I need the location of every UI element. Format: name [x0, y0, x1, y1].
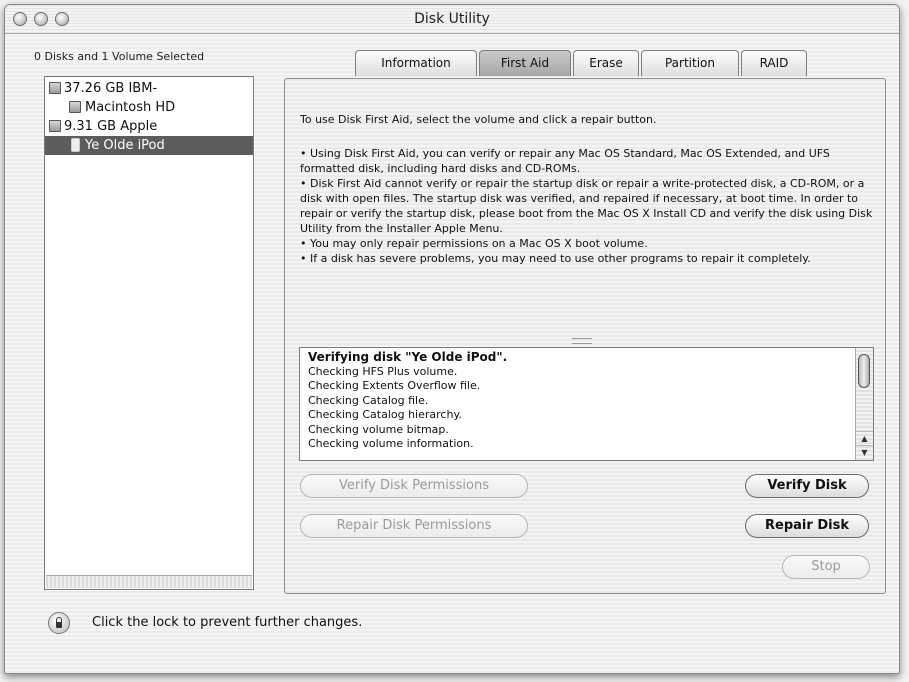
splitter-handle[interactable]	[572, 338, 592, 344]
log-line: Checking Extents Overflow file.	[308, 379, 481, 392]
tab-raid[interactable]: RAID	[741, 50, 807, 76]
title-bar[interactable]: Disk Utility	[5, 5, 899, 34]
tab-partition[interactable]: Partition	[641, 50, 739, 76]
lock-message: Click the lock to prevent further change…	[92, 615, 363, 630]
disk-list[interactable]: 37.26 GB IBM- Macintosh HD 9.31 GB Apple…	[44, 76, 254, 590]
verify-disk-permissions-button[interactable]: Verify Disk Permissions	[300, 474, 528, 498]
hard-disk-icon	[49, 82, 61, 94]
vertical-scrollbar[interactable]: ▲ ▼	[855, 348, 873, 460]
scroll-up-arrow-icon[interactable]: ▲	[856, 431, 873, 446]
scroll-down-arrow-icon[interactable]: ▼	[856, 445, 873, 460]
hard-disk-icon	[49, 120, 61, 132]
scroll-thumb[interactable]	[858, 354, 870, 388]
horizontal-scrollbar[interactable]	[46, 575, 252, 588]
log-line: Checking Catalog file.	[308, 393, 429, 407]
help-paragraph: • You may only repair permissions on a M…	[300, 237, 648, 250]
disk-item-label: 9.31 GB Apple	[64, 119, 158, 134]
window-title: Disk Utility	[414, 11, 490, 27]
disk-item-label: Ye Olde iPod	[85, 138, 165, 153]
log-line: Checking volume information.	[308, 437, 474, 450]
volume-item-macintosh-hd[interactable]: Macintosh HD	[45, 98, 253, 117]
log-line: Checking Catalog hierarchy.	[308, 408, 462, 421]
log-line: Checking HFS Plus volume.	[308, 364, 458, 378]
volume-icon	[69, 101, 81, 113]
selection-summary: 0 Disks and 1 Volume Selected	[34, 50, 205, 63]
tab-first-aid[interactable]: First Aid	[479, 50, 571, 76]
tab-erase[interactable]: Erase	[573, 50, 639, 76]
disk-item-label: Macintosh HD	[85, 100, 176, 115]
first-aid-help-text: • Using Disk First Aid, you can verify o…	[300, 146, 875, 266]
verification-log[interactable]: Verifying disk "Ye Olde iPod". Checking …	[299, 347, 874, 461]
log-line: Checking volume bitmap.	[308, 422, 449, 436]
stop-button[interactable]: Stop	[782, 555, 870, 579]
verify-disk-button[interactable]: Verify Disk	[745, 474, 869, 498]
disk-item-ibm[interactable]: 37.26 GB IBM-	[45, 79, 253, 98]
disk-item-label: 37.26 GB IBM-	[64, 81, 158, 96]
lock-icon[interactable]	[48, 612, 70, 634]
first-aid-instruction: To use Disk First Aid, select the volume…	[300, 113, 657, 126]
help-paragraph: • If a disk has severe problems, you may…	[300, 252, 811, 265]
help-paragraph: • Disk First Aid cannot verify or repair…	[300, 177, 873, 235]
tab-information[interactable]: Information	[355, 50, 477, 76]
repair-disk-button[interactable]: Repair Disk	[745, 514, 869, 538]
log-line: Verifying disk "Ye Olde iPod".	[308, 350, 508, 364]
disk-item-apple[interactable]: 9.31 GB Apple	[45, 117, 253, 136]
volume-item-ye-olde-ipod[interactable]: Ye Olde iPod	[45, 136, 253, 155]
ipod-icon	[71, 138, 80, 152]
help-paragraph: • Using Disk First Aid, you can verify o…	[300, 147, 830, 175]
repair-disk-permissions-button[interactable]: Repair Disk Permissions	[300, 514, 528, 538]
